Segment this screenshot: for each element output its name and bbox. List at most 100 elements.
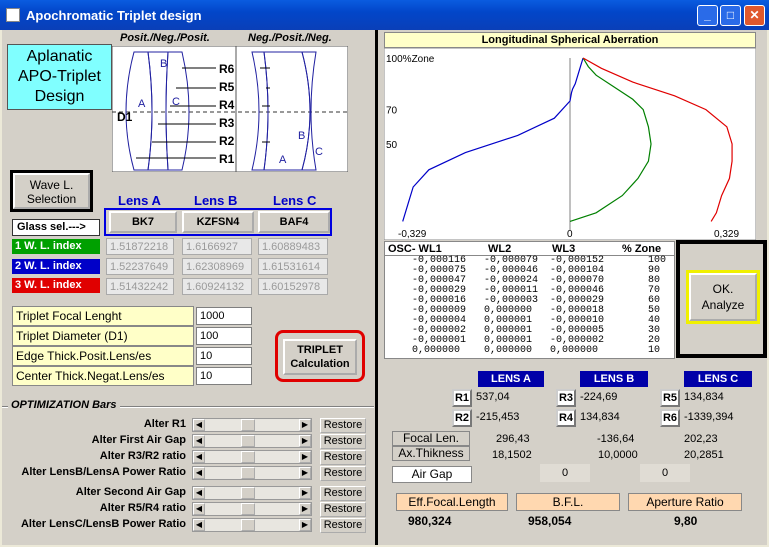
x-tick-label: 0,329 bbox=[714, 229, 739, 240]
restore-cb-power-button[interactable]: Restore bbox=[320, 518, 366, 533]
design-label: Aplanatic APO-Triplet Design bbox=[7, 44, 112, 110]
triplet-calculation-button[interactable]: TRIPLET Calculation bbox=[283, 339, 357, 375]
opt-label-r3r2: Alter R3/R2 ratio bbox=[99, 450, 186, 462]
x-tick-label: 0 bbox=[567, 229, 573, 240]
window-title: Apochromatic Triplet design bbox=[26, 8, 202, 23]
air-gap-1: 0 bbox=[540, 464, 590, 482]
wl2-index-b: 1.62308969 bbox=[182, 258, 252, 275]
air-gap-label: Air Gap bbox=[392, 466, 472, 483]
triplet-frame: TRIPLET Calculation bbox=[275, 330, 365, 382]
wl1-index-b: 1.6166927 bbox=[182, 238, 252, 255]
title-bar: Apochromatic Triplet design _ □ ✕ bbox=[0, 0, 769, 30]
surface-label: R6 bbox=[219, 62, 235, 76]
radius-r3-value: -224,69 bbox=[580, 391, 618, 403]
diagram-caption-right: Neg./Posit./Neg. bbox=[248, 32, 332, 44]
diameter-input[interactable]: 100 bbox=[196, 327, 252, 345]
maximize-button[interactable]: □ bbox=[720, 5, 741, 26]
radius-r4-label: R4 bbox=[556, 409, 576, 427]
opt-label-r1: Alter R1 bbox=[143, 418, 186, 430]
surface-label: R5 bbox=[219, 80, 235, 94]
ax-thickness-a: 18,1502 bbox=[492, 449, 532, 461]
lens-b-letter: B bbox=[160, 58, 168, 70]
wl3-index-a: 1.51432242 bbox=[106, 278, 174, 295]
result-lens-b-header: LENS B bbox=[580, 371, 648, 387]
opt-label-cb-power: Alter LensC/LensB Power Ratio bbox=[20, 518, 186, 530]
ax-thickness-c: 20,2851 bbox=[684, 449, 724, 461]
result-lens-c-header: LENS C bbox=[684, 371, 752, 387]
osc-cell: 0,000000 bbox=[484, 345, 533, 356]
result-lens-a-header: LENS A bbox=[478, 371, 544, 387]
focal-len-a: 296,43 bbox=[496, 433, 530, 445]
chart-title: Longitudinal Spherical Aberration bbox=[384, 32, 756, 48]
radius-r6-label: R6 bbox=[660, 409, 680, 427]
ok-frame: OK. Analyze bbox=[676, 240, 767, 358]
radius-r6-value: -1339,394 bbox=[684, 411, 734, 423]
design-label-line: APO-Triplet bbox=[18, 68, 101, 85]
osc-header-row: OSC- WL1 WL2 WL3 % Zone bbox=[384, 242, 675, 256]
edge-thickness-input[interactable]: 10 bbox=[196, 347, 252, 365]
glass-button-b[interactable]: KZFSN4 bbox=[182, 211, 254, 233]
opt-label-second-gap: Alter Second Air Gap bbox=[75, 486, 186, 498]
minimize-button[interactable]: _ bbox=[697, 5, 718, 26]
close-button[interactable]: ✕ bbox=[744, 5, 765, 26]
opt-slider-r3r2[interactable]: ◀ ▶ bbox=[192, 450, 312, 464]
ax-thickness-b: 10,0000 bbox=[598, 449, 638, 461]
focal-len-label: Focal Len. bbox=[392, 431, 470, 446]
osc-table-body: OSC- WL1 WL2 WL3% Zone -0,000116 -0,000079 -0… bbox=[384, 242, 675, 356]
wl2-index-a: 1.52237649 bbox=[106, 258, 174, 275]
wl1-index-c: 1.60889483 bbox=[258, 238, 328, 255]
osc-cell: 10 bbox=[648, 345, 661, 356]
wl1-index-a: 1.51872218 bbox=[106, 238, 174, 255]
osc-cell: 0,000000 bbox=[412, 345, 461, 356]
bfl-label: B.F.L. bbox=[516, 493, 620, 511]
wl3-index-b: 1.60924132 bbox=[182, 278, 252, 295]
opt-slider-second-gap[interactable]: ◀ ▶ bbox=[192, 486, 312, 500]
edge-thickness-label: Edge Thick.Posit.Lens/es bbox=[12, 346, 194, 366]
surface-label: R3 bbox=[219, 116, 235, 130]
y-tick-label: 50 bbox=[386, 140, 398, 151]
ok-frame-inner: OK. Analyze bbox=[686, 270, 760, 324]
diameter-label: D1 bbox=[117, 110, 133, 124]
surface-label: R4 bbox=[219, 98, 235, 112]
eff-focal-length-label: Eff.Focal.Length bbox=[396, 493, 508, 511]
opt-slider-first-gap[interactable]: ◀ ▶ bbox=[192, 434, 312, 448]
opt-label-first-gap: Alter First Air Gap bbox=[91, 434, 186, 446]
restore-ba-power-button[interactable]: Restore bbox=[320, 466, 366, 481]
ok-analyze-button[interactable]: OK. Analyze bbox=[689, 273, 757, 321]
center-thickness-input[interactable]: 10 bbox=[196, 367, 252, 385]
wave-selection-button[interactable]: Wave L. Selection bbox=[13, 173, 90, 209]
radius-r2-value: -215,453 bbox=[476, 411, 520, 423]
lens-c-header: Lens C bbox=[273, 193, 317, 208]
focal-length-label: Triplet Focal Lenght bbox=[12, 306, 194, 326]
restore-second-gap-button[interactable]: Restore bbox=[320, 486, 366, 501]
radius-r1-label: R1 bbox=[452, 389, 472, 407]
glass-button-a[interactable]: BK7 bbox=[109, 211, 177, 233]
restore-r1-button[interactable]: Restore bbox=[320, 418, 366, 433]
lens-b-letter-right: B bbox=[298, 130, 306, 142]
osc-table-row: 0,000000 0,000000 0,000000 10 bbox=[384, 346, 675, 356]
focal-len-c: 202,23 bbox=[684, 433, 718, 445]
lens-a-letter: A bbox=[138, 98, 146, 110]
y-tick-label: 70 bbox=[386, 106, 398, 117]
wl2-label: 2 W. L. index bbox=[12, 259, 100, 274]
focal-length-input[interactable]: 1000 bbox=[196, 307, 252, 325]
restore-r3r2-button[interactable]: Restore bbox=[320, 450, 366, 465]
opt-slider-r5r4[interactable]: ◀ ▶ bbox=[192, 502, 312, 516]
diameter-label-field: Triplet Diameter (D1) bbox=[12, 326, 194, 346]
radius-r3-label: R3 bbox=[556, 389, 576, 407]
restore-r5r4-button[interactable]: Restore bbox=[320, 502, 366, 517]
radius-r1-value: 537,04 bbox=[476, 391, 510, 403]
lens-a-header: Lens A bbox=[118, 193, 161, 208]
opt-slider-ba-power[interactable]: ◀ ▶ bbox=[192, 466, 312, 480]
wl3-label: 3 W. L. index bbox=[12, 278, 100, 293]
aperture-ratio-value: 9,80 bbox=[674, 514, 698, 528]
osc-cell: 0,000000 bbox=[550, 345, 599, 356]
osc-header-cell: WL2 bbox=[488, 243, 512, 255]
restore-first-gap-button[interactable]: Restore bbox=[320, 434, 366, 449]
wave-selection-frame: Wave L. Selection bbox=[10, 170, 93, 212]
radius-r4-value: 134,834 bbox=[580, 411, 620, 423]
air-gap-2: 0 bbox=[640, 464, 690, 482]
glass-button-c[interactable]: BAF4 bbox=[258, 211, 330, 233]
opt-slider-r1[interactable]: ◀ ▶ bbox=[192, 418, 312, 432]
opt-slider-cb-power[interactable]: ◀ ▶ bbox=[192, 518, 312, 532]
